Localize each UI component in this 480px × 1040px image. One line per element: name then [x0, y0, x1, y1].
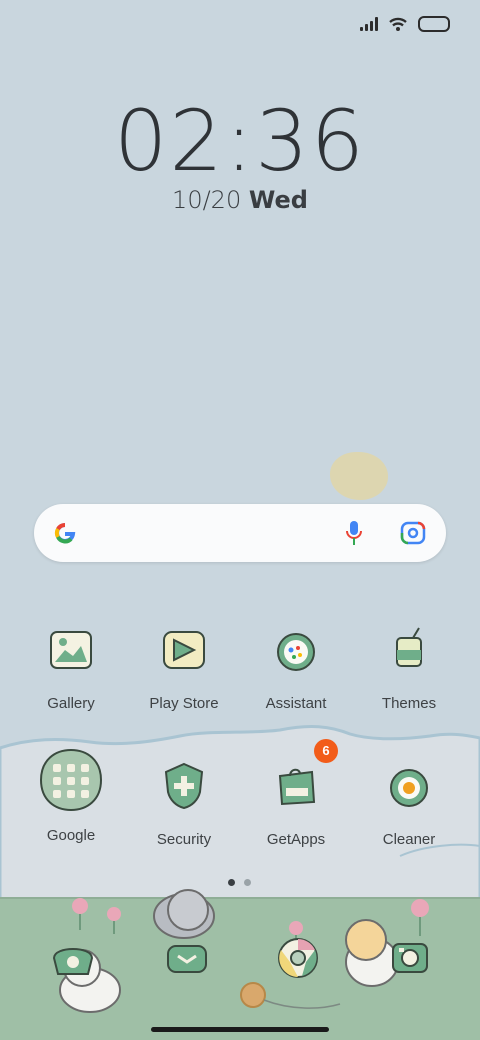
- app-security[interactable]: Security: [129, 760, 239, 848]
- app-label: Assistant: [265, 695, 327, 712]
- app-label: Google: [46, 827, 96, 844]
- app-label: Themes: [381, 695, 437, 712]
- app-play-store[interactable]: Play Store: [129, 624, 239, 712]
- google-g-icon: [54, 522, 76, 544]
- wifi-icon: [389, 17, 407, 31]
- page-indicator[interactable]: [228, 879, 251, 886]
- themes-icon: [396, 627, 422, 667]
- play-store-icon: [163, 631, 205, 669]
- getapps-icon: [278, 768, 316, 806]
- app-label: Gallery: [47, 695, 95, 712]
- sun-shape: [330, 452, 388, 500]
- app-assistant[interactable]: Assistant: [241, 624, 351, 712]
- cleaner-icon: [390, 769, 428, 807]
- app-getapps[interactable]: GetApps: [241, 760, 351, 848]
- app-themes[interactable]: Themes: [354, 624, 464, 712]
- date-text: 10/20: [172, 186, 242, 214]
- app-label: Play Store: [149, 695, 219, 712]
- notification-badge: 6: [314, 739, 338, 763]
- app-label: GetApps: [266, 831, 326, 848]
- google-lens-icon[interactable]: [400, 521, 426, 545]
- dock-chrome[interactable]: [276, 936, 320, 980]
- google-folder-icon: [39, 748, 103, 812]
- cellular-signal-icon: [360, 17, 378, 31]
- google-search-bar[interactable]: [34, 504, 446, 562]
- gallery-icon: [50, 631, 92, 669]
- page-dot: [244, 879, 251, 886]
- dock-messages[interactable]: [164, 938, 210, 978]
- status-bar: [360, 14, 450, 34]
- assistant-icon: [277, 633, 315, 671]
- app-google-folder[interactable]: Google: [16, 748, 126, 844]
- camera-icon: [392, 943, 428, 973]
- app-gallery[interactable]: Gallery: [16, 624, 126, 712]
- microphone-icon[interactable]: [344, 519, 364, 547]
- clock-time[interactable]: 02:36: [0, 92, 480, 190]
- app-label: Cleaner: [382, 831, 436, 848]
- app-label: Security: [156, 831, 212, 848]
- dock-phone[interactable]: [50, 938, 96, 978]
- chrome-icon: [278, 938, 318, 978]
- home-gesture-bar[interactable]: [151, 1027, 329, 1032]
- battery-icon: [418, 16, 450, 32]
- clock-date[interactable]: 10/20 Wed: [0, 186, 480, 214]
- dock-camera[interactable]: [390, 938, 430, 978]
- page-dot-active: [228, 879, 235, 886]
- app-cleaner[interactable]: Cleaner: [354, 760, 464, 848]
- security-icon: [164, 762, 204, 810]
- phone-icon: [52, 948, 94, 975]
- messages-icon: [167, 945, 207, 973]
- weekday-text: Wed: [248, 186, 308, 214]
